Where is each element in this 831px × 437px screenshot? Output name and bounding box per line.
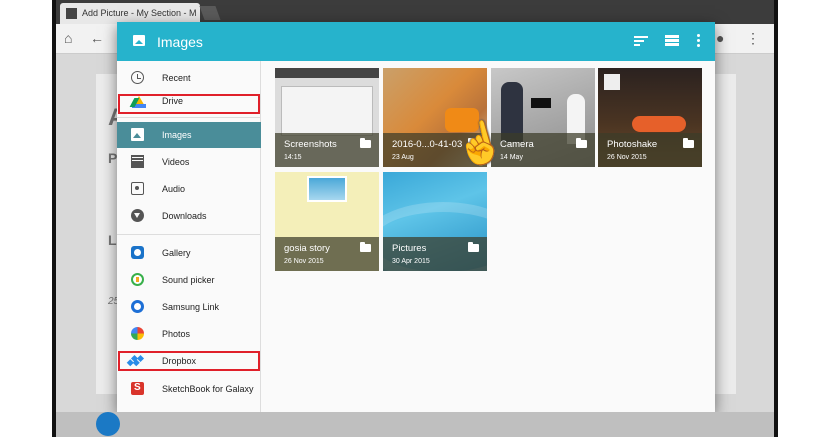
divider	[117, 234, 261, 235]
image-icon	[133, 35, 145, 46]
thumbnail-detail	[632, 116, 686, 132]
sidebar-item-label: Recent	[162, 73, 191, 83]
sidebar-item-samsung-link[interactable]: Samsung Link	[117, 294, 261, 320]
browser-tab[interactable]: Add Picture - My Section - M	[60, 3, 200, 24]
sidebar-item-label: Gallery	[162, 248, 191, 258]
folder-name: gosia story	[284, 243, 330, 254]
folder-date: 26 Nov 2015	[607, 154, 647, 161]
sidebar-item-sound-picker[interactable]: Sound picker	[117, 267, 261, 293]
folder-date: 26 Nov 2015	[284, 258, 324, 265]
sidebar-item-label: Videos	[162, 157, 190, 167]
sidebar-item-audio[interactable]: Audio	[117, 176, 261, 202]
folder-caption: Screenshots 14:15	[275, 133, 379, 167]
folder-icon	[360, 138, 371, 148]
bottom-bar	[56, 412, 774, 437]
folder-icon	[683, 138, 694, 148]
thumbnail-detail	[307, 176, 347, 202]
sidebar-item-photos[interactable]: Photos	[117, 321, 261, 347]
background-label: P	[108, 150, 118, 166]
folder-tile-photoshake[interactable]: Photoshake 26 Nov 2015	[598, 68, 702, 167]
folder-tile-pictures[interactable]: Pictures 30 Apr 2015	[383, 172, 487, 271]
folder-caption: Photoshake 26 Nov 2015	[598, 133, 702, 167]
sidebar-item-images[interactable]: Images	[117, 122, 261, 148]
divider	[117, 117, 261, 118]
thumbnail-detail	[604, 74, 620, 90]
sidebar-item-downloads[interactable]: Downloads	[117, 203, 261, 229]
home-icon[interactable]: ⌂	[64, 30, 72, 46]
folder-name: Pictures	[392, 243, 427, 254]
folder-tile-gosia-story[interactable]: gosia story 26 Nov 2015	[275, 172, 379, 271]
audio-icon	[131, 182, 144, 195]
thumbnail-detail	[281, 86, 373, 136]
image-icon	[131, 128, 144, 141]
thumbnail-detail	[275, 68, 379, 78]
folder-caption: gosia story 26 Nov 2015	[275, 237, 379, 271]
browser-tabstrip: Add Picture - My Section - M	[56, 0, 774, 24]
dropbox-highlight-box	[118, 351, 260, 371]
folder-caption: Pictures 30 Apr 2015	[383, 237, 487, 271]
sidebar-item-videos[interactable]: Videos	[117, 149, 261, 175]
gallery-icon	[131, 246, 144, 259]
microphone-icon[interactable]: ●	[716, 30, 724, 46]
sort-icon[interactable]	[634, 36, 648, 46]
folder-date: 30 Apr 2015	[392, 258, 430, 265]
dialog-title: Images	[157, 34, 203, 50]
google-photos-icon	[131, 327, 144, 340]
folder-name: Photoshake	[607, 139, 658, 150]
samsung-link-icon	[131, 300, 144, 313]
sidebar-item-label: Samsung Link	[162, 302, 220, 312]
sidebar-item-label: Photos	[162, 329, 191, 339]
sidebar-item-gallery[interactable]: Gallery	[117, 240, 261, 266]
back-icon[interactable]: ←	[90, 30, 104, 46]
image-picker-dialog: Images Recent Drive Images Videos Audio	[117, 22, 715, 412]
folder-name: 2016-0...0-41-03	[392, 139, 463, 150]
sidebar-item-sketchbook[interactable]: SketchBook for Galaxy	[117, 376, 261, 402]
folder-icon	[576, 138, 587, 148]
sidebar-item-label: Images	[162, 130, 192, 140]
list-view-icon[interactable]	[665, 35, 679, 47]
new-tab-button[interactable]	[199, 6, 221, 20]
sidebar-item-label: Downloads	[162, 211, 207, 221]
folder-date: 14:15	[284, 154, 302, 161]
folder-icon	[468, 242, 479, 252]
tab-title: Add Picture - My Section - M	[82, 8, 197, 18]
drive-highlight-box	[118, 94, 260, 114]
sidebar-item-label: Audio	[162, 184, 186, 194]
more-options-icon[interactable]	[697, 34, 701, 48]
folder-date: 23 Aug	[392, 154, 414, 161]
folder-name: Screenshots	[284, 139, 337, 150]
sidebar-item-recent[interactable]: Recent	[117, 65, 261, 91]
app-bar: Images	[117, 22, 715, 61]
thumbnail-detail	[531, 98, 551, 108]
menu-icon[interactable]: ⋮	[746, 30, 760, 47]
folder-tile-screenshots[interactable]: Screenshots 14:15	[275, 68, 379, 167]
sound-picker-icon	[131, 273, 144, 286]
uel-logo	[96, 412, 120, 436]
sidebar-item-label: SketchBook for Galaxy	[162, 384, 254, 394]
sketchbook-icon	[131, 382, 144, 395]
clock-icon	[131, 71, 144, 84]
tab-favicon-icon	[66, 8, 77, 19]
video-icon	[131, 155, 144, 168]
download-icon	[131, 209, 144, 222]
folder-icon	[360, 242, 371, 252]
sidebar-item-label: Sound picker	[162, 275, 215, 285]
